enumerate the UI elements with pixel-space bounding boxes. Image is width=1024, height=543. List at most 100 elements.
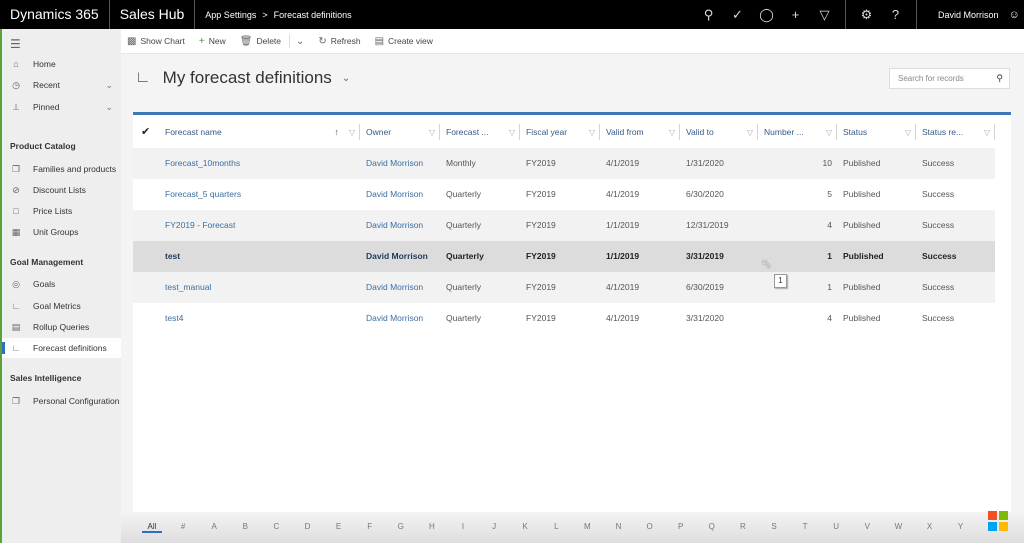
view-selector[interactable]: ∟ My forecast definitions ⌄ <box>135 68 350 88</box>
alphabet-filter-n[interactable]: N <box>609 522 629 531</box>
refresh-button[interactable]: ↻ Refresh <box>318 36 360 47</box>
app-name[interactable]: Sales Hub <box>110 0 196 29</box>
alphabet-filter-a[interactable]: A <box>204 522 224 531</box>
alphabet-filter-u[interactable]: U <box>826 522 846 531</box>
cell-forecast-name[interactable]: Forecast_5 quarters <box>165 179 241 210</box>
filter-icon[interactable]: ▽ <box>984 128 990 137</box>
alphabet-filter-j[interactable]: J <box>484 522 504 531</box>
more-commands-dropdown[interactable]: ⌄ <box>296 36 304 47</box>
filter-icon[interactable]: ▽ <box>747 128 753 137</box>
dynamics-365-brand[interactable]: Dynamics 365 <box>0 0 110 29</box>
lightbulb-icon[interactable]: ◯ <box>752 0 781 29</box>
alphabet-filter-y[interactable]: Y <box>951 522 971 531</box>
filter-icon[interactable]: ▽ <box>429 128 435 137</box>
sidebar-item-discount-lists[interactable]: ⊘ Discount Lists <box>2 180 121 200</box>
alphabet-filter-k[interactable]: K <box>515 522 535 531</box>
sidebar-item-rollup-queries[interactable]: ▤ Rollup Queries <box>2 317 121 337</box>
cell-forecast-name[interactable]: FY2019 - Forecast <box>165 210 235 241</box>
select-all-checkbox[interactable]: ✔ <box>141 125 150 138</box>
search-icon[interactable]: ⚲ <box>996 73 1003 84</box>
chevron-down-icon[interactable]: ⌄ <box>105 80 113 91</box>
column-header-status-reason[interactable]: Status re... ▽ <box>916 124 995 140</box>
alphabet-filter-f[interactable]: F <box>360 522 380 531</box>
column-header-status[interactable]: Status ▽ <box>837 124 916 140</box>
hamburger-menu-icon[interactable]: ☰ <box>10 37 21 51</box>
alphabet-filter-q[interactable]: Q <box>702 522 722 531</box>
alphabet-filter-all[interactable]: All <box>142 522 162 533</box>
chevron-down-icon[interactable]: ⌄ <box>342 73 350 84</box>
alphabet-filter-d[interactable]: D <box>298 522 318 531</box>
filter-icon[interactable]: ▽ <box>589 128 595 137</box>
alphabet-filter-m[interactable]: M <box>577 522 597 531</box>
alphabet-filter-v[interactable]: V <box>857 522 877 531</box>
sidebar-item-home[interactable]: ⌂ Home <box>2 54 121 74</box>
sidebar-item-goals[interactable]: ◎ Goals <box>2 274 121 294</box>
breadcrumb-app-settings[interactable]: App Settings <box>205 10 256 20</box>
table-row[interactable]: test_manual David Morrison Quarterly FY2019… <box>133 272 995 303</box>
sidebar-item-families-and-products[interactable]: ❐ Families and products <box>2 159 121 179</box>
table-row[interactable]: FY2019 - Forecast David Morrison Quarterly… <box>133 210 995 241</box>
show-chart-button[interactable]: ▩ Show Chart <box>127 36 185 47</box>
table-row[interactable]: test4 David Morrison Quarterly FY2019 4/1/20… <box>133 303 995 334</box>
plus-icon[interactable]: + <box>781 0 810 29</box>
cell-owner[interactable]: David Morrison <box>366 272 423 303</box>
column-header-valid-to[interactable]: Valid to ▽ <box>680 124 758 140</box>
filter-icon[interactable]: ▽ <box>810 0 839 29</box>
cell-forecast-name[interactable]: Forecast_10months <box>165 148 240 179</box>
search-icon[interactable]: ⚲ <box>694 0 723 29</box>
alphabet-filter-p[interactable]: P <box>671 522 691 531</box>
alphabet-filter-w[interactable]: W <box>888 522 908 531</box>
alphabet-filter-o[interactable]: O <box>640 522 660 531</box>
sidebar-item-personal-configuration[interactable]: ❐ Personal Configuration <box>2 391 121 411</box>
sidebar-item-recent[interactable]: ◷ Recent ⌄ <box>2 75 121 95</box>
chevron-down-icon[interactable]: ⌄ <box>105 102 113 113</box>
cell-forecast-name[interactable]: test4 <box>165 303 183 334</box>
sidebar-item-goal-metrics[interactable]: ∟ Goal Metrics <box>2 296 121 316</box>
column-header-forecast-name[interactable]: Forecast name ↑ ▽ <box>159 124 360 140</box>
sidebar-item-forecast-definitions[interactable]: ∟ Forecast definitions <box>2 338 121 358</box>
filter-icon[interactable]: ▽ <box>509 128 515 137</box>
column-header-fiscal-year[interactable]: Fiscal year ▽ <box>520 124 600 140</box>
cell-forecast-name[interactable]: test_manual <box>165 272 211 303</box>
search-input[interactable]: Search for records ⚲ <box>889 68 1010 89</box>
column-header-valid-from[interactable]: Valid from ▽ <box>600 124 680 140</box>
alphabet-filter-i[interactable]: I <box>453 522 473 531</box>
column-header-forecast-period[interactable]: Forecast ... ▽ <box>440 124 520 140</box>
sidebar-item-price-lists[interactable]: □ Price Lists <box>2 201 121 221</box>
user-menu[interactable]: David Morrison ☺ <box>938 0 1020 29</box>
cell-owner[interactable]: David Morrison <box>366 303 423 334</box>
alphabet-filter-b[interactable]: B <box>235 522 255 531</box>
filter-icon[interactable]: ▽ <box>349 128 355 137</box>
alphabet-filter-hash[interactable]: # <box>173 522 193 531</box>
cell-owner[interactable]: David Morrison <box>366 179 423 210</box>
help-icon[interactable]: ? <box>881 0 910 29</box>
alphabet-filter-t[interactable]: T <box>795 522 815 531</box>
breadcrumb-forecast-definitions[interactable]: Forecast definitions <box>274 10 352 20</box>
alphabet-filter-h[interactable]: H <box>422 522 442 531</box>
delete-button[interactable]: 🗑 Delete <box>240 36 281 47</box>
table-row[interactable]: test David Morrison Quarterly FY2019 1/1/201… <box>133 241 995 272</box>
filter-icon[interactable]: ▽ <box>905 128 911 137</box>
alphabet-filter-g[interactable]: G <box>391 522 411 531</box>
cell-owner[interactable]: David Morrison <box>366 241 428 272</box>
alphabet-filter-s[interactable]: S <box>764 522 784 531</box>
table-row[interactable]: Forecast_10months David Morrison Monthly FY… <box>133 148 995 179</box>
alphabet-filter-e[interactable]: E <box>329 522 349 531</box>
sidebar-item-pinned[interactable]: ⟂ Pinned ⌄ <box>2 97 121 117</box>
column-header-owner[interactable]: Owner ▽ <box>360 124 440 140</box>
task-icon[interactable]: ✓ <box>723 0 752 29</box>
gear-icon[interactable]: ⚙ <box>852 0 881 29</box>
filter-icon[interactable]: ▽ <box>669 128 675 137</box>
filter-icon[interactable]: ▽ <box>826 128 832 137</box>
alphabet-filter-c[interactable]: C <box>266 522 286 531</box>
cell-forecast-name[interactable]: test <box>165 241 180 272</box>
sidebar-item-unit-groups[interactable]: ▦ Unit Groups <box>2 222 121 242</box>
table-row[interactable]: Forecast_5 quarters David Morrison Quarter… <box>133 179 995 210</box>
alphabet-filter-l[interactable]: L <box>546 522 566 531</box>
alphabet-filter-r[interactable]: R <box>733 522 753 531</box>
cell-owner[interactable]: David Morrison <box>366 210 423 241</box>
cell-owner[interactable]: David Morrison <box>366 148 423 179</box>
column-header-number[interactable]: Number ... ▽ <box>758 124 837 140</box>
create-view-button[interactable]: ▤ Create view <box>375 36 433 47</box>
alphabet-filter-x[interactable]: X <box>920 522 940 531</box>
